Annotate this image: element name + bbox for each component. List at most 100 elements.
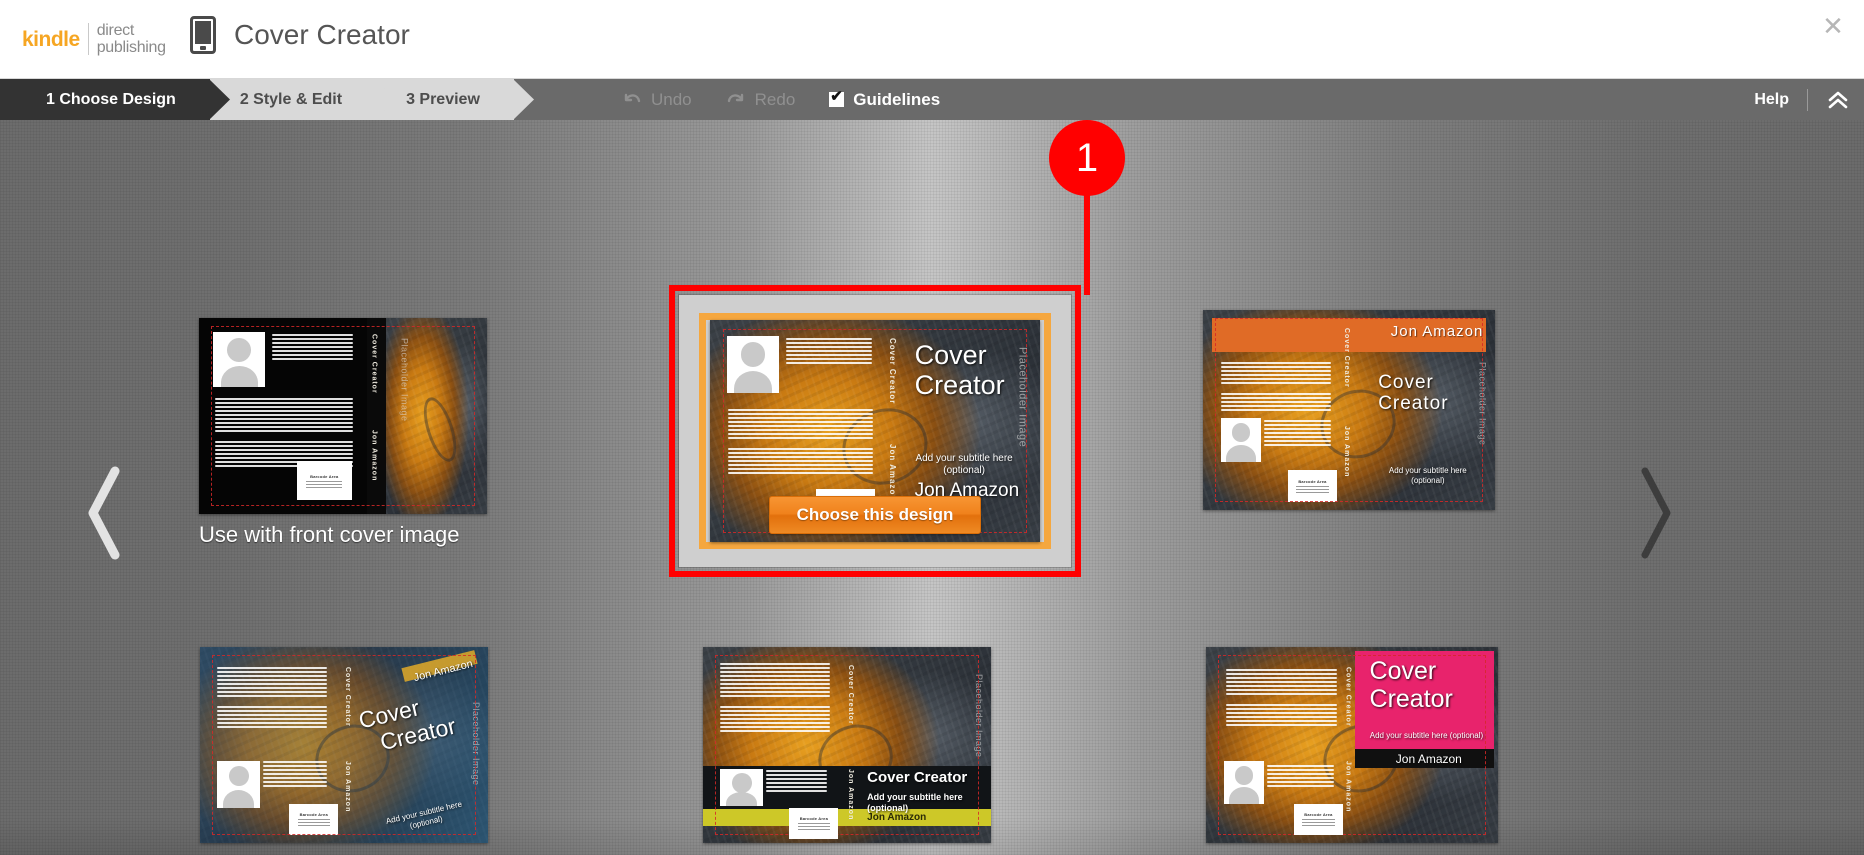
cover-title-line-1: Cover [1378, 372, 1434, 393]
spine-author: Jon Amazon [1343, 426, 1351, 478]
toolbar-divider [1807, 88, 1808, 111]
placeholder-image-label: Placeholder Image [399, 337, 410, 422]
barcode-title: Barcode Area [1304, 812, 1333, 818]
cover-author: Jon Amazon [1395, 751, 1462, 766]
step-choose-design-label: 1 Choose Design [46, 90, 176, 108]
step-preview[interactable]: 3 Preview [376, 79, 534, 120]
step-style-edit-label: 2 Style & Edit [239, 90, 343, 108]
cover-title-line-1: Cover [1369, 656, 1437, 685]
step-arrow-3 [512, 79, 534, 120]
spine-title: Cover Creator [344, 666, 351, 727]
design-grid: Barcode Area Cover Creator Jon Amazon Pl… [0, 120, 1864, 855]
bio-text-block [1264, 420, 1332, 446]
design-card-1[interactable]: Barcode Area Cover Creator Jon Amazon Pl… [199, 318, 487, 547]
spine-author: Jon Amazon [370, 429, 378, 482]
barcode-area: Barcode Area [289, 803, 339, 836]
design-card-1-caption: Use with front cover image [199, 522, 460, 547]
undo-arrow-icon [622, 91, 642, 109]
redo-button[interactable]: Redo [726, 89, 796, 110]
brand-direct-publishing-text: direct publishing [97, 22, 166, 56]
carousel-next-button[interactable] [1632, 465, 1678, 561]
design-card-4[interactable]: Barcode Area Cover Creator Jon Amazon Pl… [200, 647, 488, 843]
placeholder-image-label: Placeholder Image [1477, 362, 1488, 446]
brand-kindle-text: kindle [22, 27, 80, 51]
redo-arrow-icon [726, 91, 746, 109]
description-text-block [214, 398, 354, 468]
help-link[interactable]: Help [1754, 91, 1789, 109]
guidelines-toggle[interactable]: Guidelines [829, 88, 941, 110]
design-card-5[interactable]: Barcode Area Cover Creator Jon Amazon Pl… [703, 647, 991, 843]
placeholder-image-label: Placeholder Image [470, 701, 481, 786]
choose-this-design-button[interactable]: Choose this design [769, 496, 981, 534]
design-card-3-cover: Jon Amazon Barcode Area Cover Creator Jo… [1203, 310, 1495, 510]
step-choose-design[interactable]: 1 Choose Design [0, 79, 230, 120]
brand-divider [87, 23, 89, 55]
double-chevron-up-icon[interactable] [1826, 90, 1850, 110]
description-text-block [1220, 362, 1332, 411]
spine-title: Cover Creator [888, 337, 898, 405]
spine-title: Cover Creator [370, 333, 378, 394]
spine-title: Cover Creator [847, 664, 854, 725]
close-icon[interactable]: ✕ [1820, 13, 1846, 40]
annotation-badge: 1 [1049, 120, 1125, 196]
avatar-body [223, 789, 255, 808]
spine-author: Jon Amazon [847, 768, 854, 820]
avatar-body [726, 791, 758, 806]
spine-author: Jon Amazon [888, 444, 898, 502]
bio-text-block [785, 337, 872, 364]
carousel-prev-button[interactable] [82, 465, 128, 561]
placeholder-image-label: Placeholder Image [1016, 346, 1029, 447]
page-title: Cover Creator [234, 19, 410, 50]
chevron-left-icon [82, 466, 128, 565]
cover-title-line-2: Creator [914, 370, 1005, 401]
author-photo-placeholder [726, 335, 780, 394]
chevron-right-icon [1632, 467, 1678, 565]
step-breadcrumb: 1 Choose Design 2 Style & Edit 3 Preview [0, 79, 534, 120]
guidelines-checkbox[interactable] [829, 88, 845, 107]
brand-line-direct: direct [96, 22, 135, 39]
design-card-6[interactable]: Barcode Area Cover Creator Jon Amazon Co… [1206, 647, 1498, 843]
description-text-block [720, 662, 830, 732]
bio-text-block [766, 770, 827, 793]
app-header: kindle direct publishing Cover Creator ✕ [0, 0, 1864, 79]
spine-author: Jon Amazon [344, 760, 351, 813]
author-photo-placeholder [213, 331, 266, 387]
avatar-head [228, 766, 249, 787]
avatar-head [1231, 423, 1251, 443]
description-text-block [728, 408, 874, 474]
kdp-logo: kindle direct publishing [22, 22, 166, 56]
step-arrow-2 [375, 79, 397, 120]
placeholder-image-label: Placeholder Image [973, 674, 984, 758]
design-card-6-cover: Barcode Area Cover Creator Jon Amazon Co… [1206, 647, 1498, 843]
avatar-head [740, 342, 766, 367]
avatar-body [1229, 787, 1259, 804]
workflow-toolbar: 1 Choose Design 2 Style & Edit 3 Preview [0, 79, 1864, 120]
author-photo-placeholder [1220, 418, 1262, 462]
barcode-area: Barcode Area [1287, 470, 1338, 502]
barcode-area: Barcode Area [1293, 803, 1344, 836]
barcode-area: Barcode Area [789, 807, 839, 840]
brand-line-publishing: publishing [96, 39, 166, 56]
bio-text-block [263, 760, 327, 787]
undo-button[interactable]: Undo [622, 90, 692, 110]
description-text-block [217, 666, 327, 728]
design-card-3[interactable]: Jon Amazon Barcode Area Cover Creator Jo… [1203, 310, 1495, 510]
step-style-edit[interactable]: 2 Style & Edit [209, 79, 397, 120]
avatar-body [733, 371, 772, 394]
cover-title-line-1: Cover [914, 339, 987, 370]
step-preview-label: 3 Preview [406, 90, 480, 108]
design-gallery-stage: Barcode Area Cover Creator Jon Amazon Pl… [0, 120, 1864, 855]
author-photo-placeholder [217, 760, 261, 808]
bio-text-block [272, 333, 354, 360]
cover-subtitle: Add your subtitle here (optional) [1369, 731, 1484, 741]
edit-tools: Undo Redo Guidelines [598, 79, 940, 120]
redo-label: Redo [754, 89, 796, 109]
avatar-body [220, 365, 258, 387]
cover-author: Jon Amazon [867, 811, 927, 823]
cover-title: Cover Creator [867, 769, 968, 787]
spine-author: Jon Amazon [1344, 760, 1352, 813]
spine-title: Cover Creator [1343, 328, 1351, 388]
barcode-title: Barcode Area [799, 816, 828, 822]
guidelines-label: Guidelines [853, 89, 941, 109]
toolbar-right-group: Help [1754, 79, 1850, 120]
